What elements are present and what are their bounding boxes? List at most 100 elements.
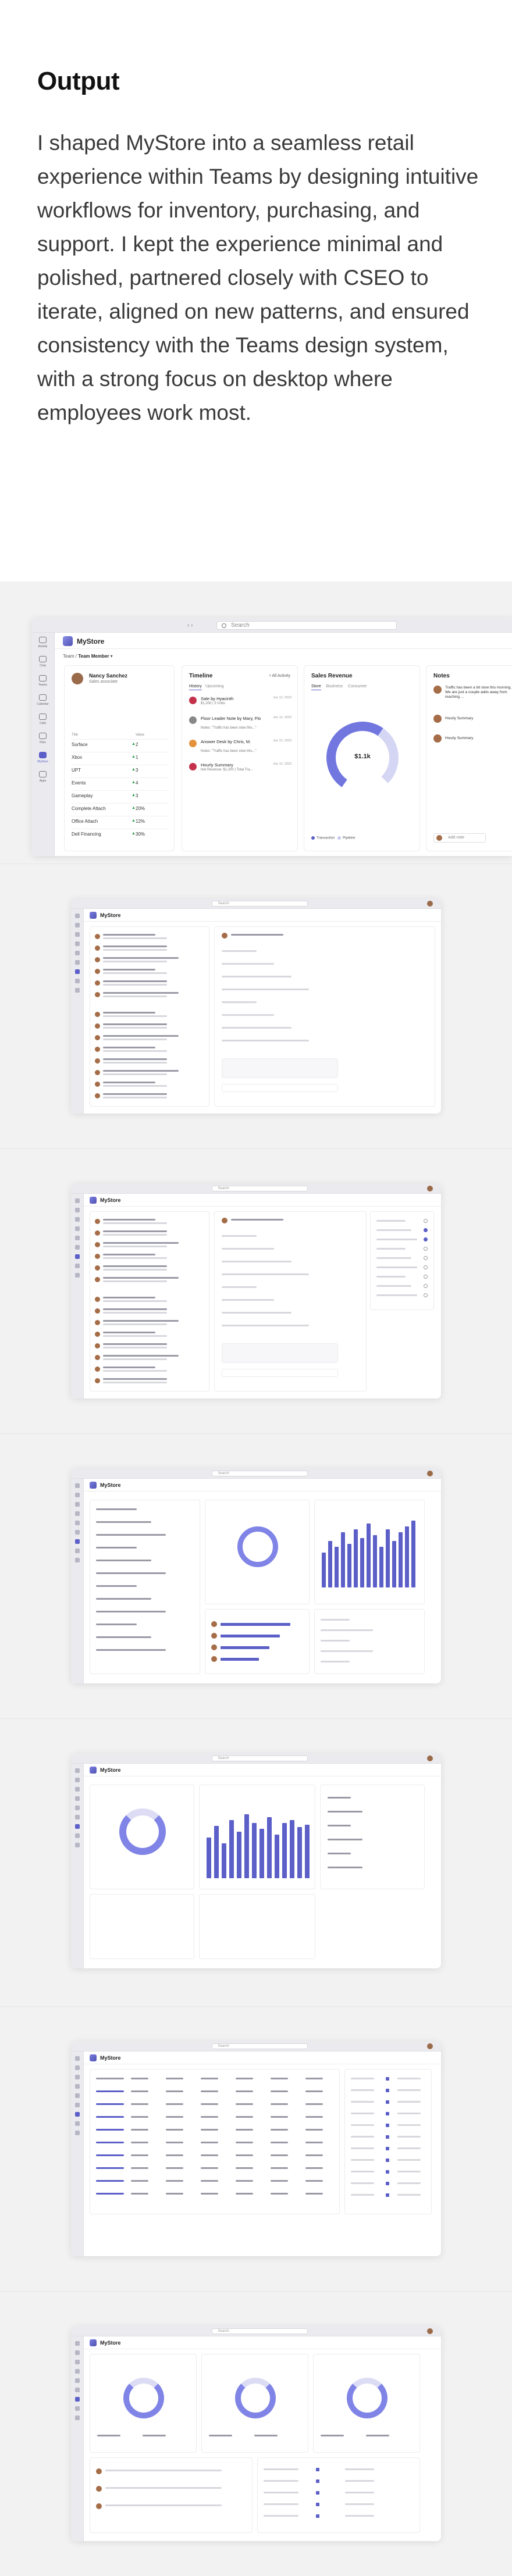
filter-option[interactable] (376, 1276, 406, 1278)
radio-icon[interactable] (424, 1293, 428, 1297)
radio-icon[interactable] (424, 1275, 428, 1279)
search-input[interactable]: Search (211, 1471, 308, 1476)
rail-icon[interactable] (74, 2369, 80, 2374)
rail-icon[interactable] (74, 1226, 80, 1231)
rail-icon[interactable] (74, 1806, 80, 1810)
rail-icon[interactable] (74, 2093, 80, 2098)
rail-icon[interactable] (74, 2416, 80, 2420)
rail-icon[interactable] (74, 960, 80, 965)
rail-icon[interactable] (74, 1768, 80, 1773)
table-cell[interactable] (96, 2180, 124, 2182)
filter-option[interactable] (376, 1248, 406, 1250)
rail-item-apps[interactable]: Apps (31, 767, 54, 786)
rail-icon[interactable] (74, 2056, 80, 2061)
rail-icon[interactable] (74, 923, 80, 927)
rail-icon[interactable] (74, 1843, 80, 1847)
timeline-item[interactable]: Sale by Hyacinth $1,200 | 3 Units Jun 12, … (189, 696, 291, 713)
search-input[interactable]: Search (211, 2328, 308, 2334)
rail-icon[interactable] (74, 1833, 80, 1838)
checkbox-icon[interactable] (386, 2124, 389, 2127)
rail-item-mystore[interactable]: MyStore (31, 748, 54, 767)
rail-icon[interactable] (74, 1787, 80, 1792)
table-cell[interactable] (96, 2116, 124, 2118)
rail-item-files[interactable]: Files (31, 729, 54, 748)
rail-icon[interactable] (74, 969, 80, 974)
rail-icon[interactable] (74, 2388, 80, 2392)
checkbox-icon[interactable] (386, 2100, 389, 2104)
rail-icon[interactable] (74, 2075, 80, 2079)
tab-upcoming[interactable]: Upcoming (205, 684, 224, 688)
table-cell[interactable] (96, 2142, 124, 2143)
rail-icon[interactable] (74, 1483, 80, 1488)
rail-icon[interactable] (74, 2360, 80, 2364)
table-cell[interactable] (96, 2078, 124, 2079)
rail-icon[interactable] (74, 1558, 80, 1562)
checkbox-icon[interactable] (386, 2170, 389, 2174)
filter-option[interactable] (376, 1285, 411, 1287)
rail-icon[interactable] (74, 1273, 80, 1278)
reply-input[interactable] (222, 1369, 338, 1377)
rail-icon[interactable] (74, 1236, 80, 1240)
rail-icon[interactable] (74, 1254, 80, 1259)
tab-consumer[interactable]: Consumer (348, 684, 367, 688)
search-input[interactable]: Search (211, 901, 308, 907)
note-item[interactable]: Hourly Summary (433, 734, 512, 758)
rail-icon[interactable] (74, 2350, 80, 2355)
search-input[interactable]: Search (211, 2043, 308, 2049)
table-cell[interactable] (96, 2103, 124, 2105)
search-input[interactable]: Search (211, 1756, 308, 1761)
rail-icon[interactable] (74, 1198, 80, 1203)
rail-icon[interactable] (74, 1521, 80, 1525)
note-item[interactable]: Traffic has been a bit slow this morning… (433, 686, 512, 709)
rail-icon[interactable] (74, 2103, 80, 2107)
rail-icon[interactable] (74, 1549, 80, 1553)
checkbox-icon[interactable] (386, 2158, 389, 2162)
radio-icon[interactable] (424, 1247, 428, 1251)
filter-option[interactable] (376, 1239, 417, 1240)
rail-icon[interactable] (74, 1208, 80, 1212)
rail-icon[interactable] (74, 988, 80, 993)
rail-icon[interactable] (74, 941, 80, 946)
reply-input[interactable] (222, 1084, 338, 1092)
table-cell[interactable] (96, 2090, 124, 2092)
rail-icon[interactable] (74, 2065, 80, 2070)
rail-item-calls[interactable]: Calls (31, 709, 54, 729)
checkbox-icon[interactable] (386, 2182, 389, 2185)
rail-item-chat[interactable]: Chat (31, 652, 54, 671)
breadcrumb[interactable]: Team / Team Member ▾ (63, 654, 113, 659)
rail-icon[interactable] (74, 2406, 80, 2411)
tab-history[interactable]: History (189, 684, 202, 690)
rail-item-teams[interactable]: Teams (31, 671, 54, 690)
filter-option[interactable] (376, 1229, 411, 1231)
rail-icon[interactable] (74, 932, 80, 937)
checkbox-icon[interactable] (386, 2193, 389, 2197)
table-cell[interactable] (96, 2129, 124, 2131)
rail-icon[interactable] (74, 1824, 80, 1829)
rail-icon[interactable] (74, 1530, 80, 1535)
search-input[interactable]: Search (216, 621, 397, 630)
rail-icon[interactable] (74, 1493, 80, 1497)
filter-option[interactable] (376, 1294, 417, 1296)
rail-icon[interactable] (74, 2341, 80, 2346)
rail-icon[interactable] (74, 1539, 80, 1544)
checkbox-icon[interactable] (386, 2147, 389, 2150)
rail-icon[interactable] (74, 979, 80, 983)
filter-option[interactable] (376, 1220, 406, 1222)
checkbox-icon[interactable] (386, 2077, 389, 2081)
rail-item-calendar[interactable]: Calendar (31, 690, 54, 709)
rail-icon[interactable] (74, 1245, 80, 1250)
radio-icon[interactable] (424, 1256, 428, 1260)
rail-icon[interactable] (74, 2131, 80, 2135)
checkbox-icon[interactable] (386, 2089, 389, 2092)
back-forward-arrows[interactable]: ‹ › (187, 622, 193, 629)
rail-icon[interactable] (74, 2397, 80, 2402)
tab-store[interactable]: Store (311, 684, 321, 690)
search-input[interactable]: Search (211, 1186, 308, 1191)
rail-icon[interactable] (74, 1217, 80, 1222)
filter-option[interactable] (376, 1257, 411, 1259)
timeline-item[interactable]: Floor Leader Note by Mary, Flo Notes: "Tr… (189, 716, 291, 733)
activity-filter[interactable]: ▿ All Activity (269, 673, 290, 678)
rail-icon[interactable] (74, 1502, 80, 1507)
table-cell[interactable] (96, 2167, 124, 2169)
rail-icon[interactable] (74, 2084, 80, 2089)
